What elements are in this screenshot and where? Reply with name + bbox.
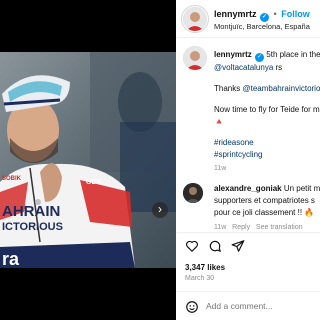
comment-bubble-icon[interactable] (208, 239, 222, 253)
jersey-text-sponsor: SOBIK (2, 176, 22, 182)
caption-avatar[interactable] (183, 46, 207, 70)
post-header: lennymrtz ✓ • Follow Montjuïc, Barcelona… (176, 0, 320, 38)
add-comment-input[interactable] (206, 301, 316, 311)
post-date: March 30 (185, 275, 215, 282)
jersey-text-victorious: ICTORIOUS (2, 221, 63, 233)
post-username[interactable]: lennymrtz (214, 9, 257, 19)
post-location[interactable]: Montjuïc, Barcelona, España (214, 22, 310, 31)
caption-line-4: Now time to fly for Teide for m (214, 105, 320, 114)
verified-badge-icon: ✓ (260, 13, 270, 22)
hashtag-rideasone[interactable]: #rideasone (214, 137, 320, 149)
post-photo[interactable]: AHRAIN ICTORIOUS ra SOBIK ODX › (0, 52, 176, 268)
caption-line-2-tail: rs (275, 63, 283, 72)
caption-line-1: 5th place in the (266, 50, 320, 59)
comment-line-3: pour ce joli classement !! 🔥 (214, 208, 315, 217)
jersey-text-bahrain: AHRAIN (2, 203, 60, 220)
paper-plane-icon[interactable] (231, 239, 245, 253)
comment-age: 11w (214, 224, 227, 231)
heart-icon[interactable] (185, 239, 199, 253)
separator-dot: • (273, 9, 277, 19)
see-translation-button[interactable]: See translation (256, 224, 303, 231)
comment-avatar[interactable] (183, 183, 203, 203)
verified-badge-icon: ✓ (255, 53, 265, 62)
mention-voltacatalunya[interactable]: @voltacatalunya (214, 63, 273, 72)
post-username-row: lennymrtz ✓ • Follow (214, 9, 310, 22)
add-comment-bar (176, 291, 320, 320)
reply-button[interactable]: Reply (232, 224, 250, 231)
smiley-icon[interactable] (185, 300, 199, 314)
caption-age: 11w (214, 165, 227, 172)
caption-line-5: 🔺 (214, 117, 224, 126)
jersey-text-sponsor-2: ODX (86, 179, 102, 186)
comment-username[interactable]: alexandre_goniak (214, 184, 282, 193)
likes-count[interactable]: 3,347 likes (185, 263, 225, 272)
comment-line-1: Un petit m (283, 184, 320, 193)
comment-text: alexandre_goniak Un petit m supporters e… (214, 183, 320, 234)
hashtag-sprintcycling[interactable]: #sprintcycling (214, 149, 320, 161)
mention-teambahrainvictorious[interactable]: @teambahrainvictorio (242, 84, 320, 93)
follow-button[interactable]: Follow (281, 9, 310, 19)
post-actions: 3,347 likes March 30 (176, 232, 320, 320)
caption-line-3-prefix: Thanks (214, 84, 241, 93)
chevron-right-icon[interactable]: › (152, 202, 168, 218)
comment-line-2: supporters et compatriotes s (214, 196, 315, 205)
caption-text: lennymrtz ✓ 5th place in the @voltacatal… (214, 49, 320, 175)
jersey-text-bottom: ra (2, 249, 20, 268)
avatar[interactable] (183, 7, 207, 31)
caption-username[interactable]: lennymrtz (214, 50, 252, 59)
